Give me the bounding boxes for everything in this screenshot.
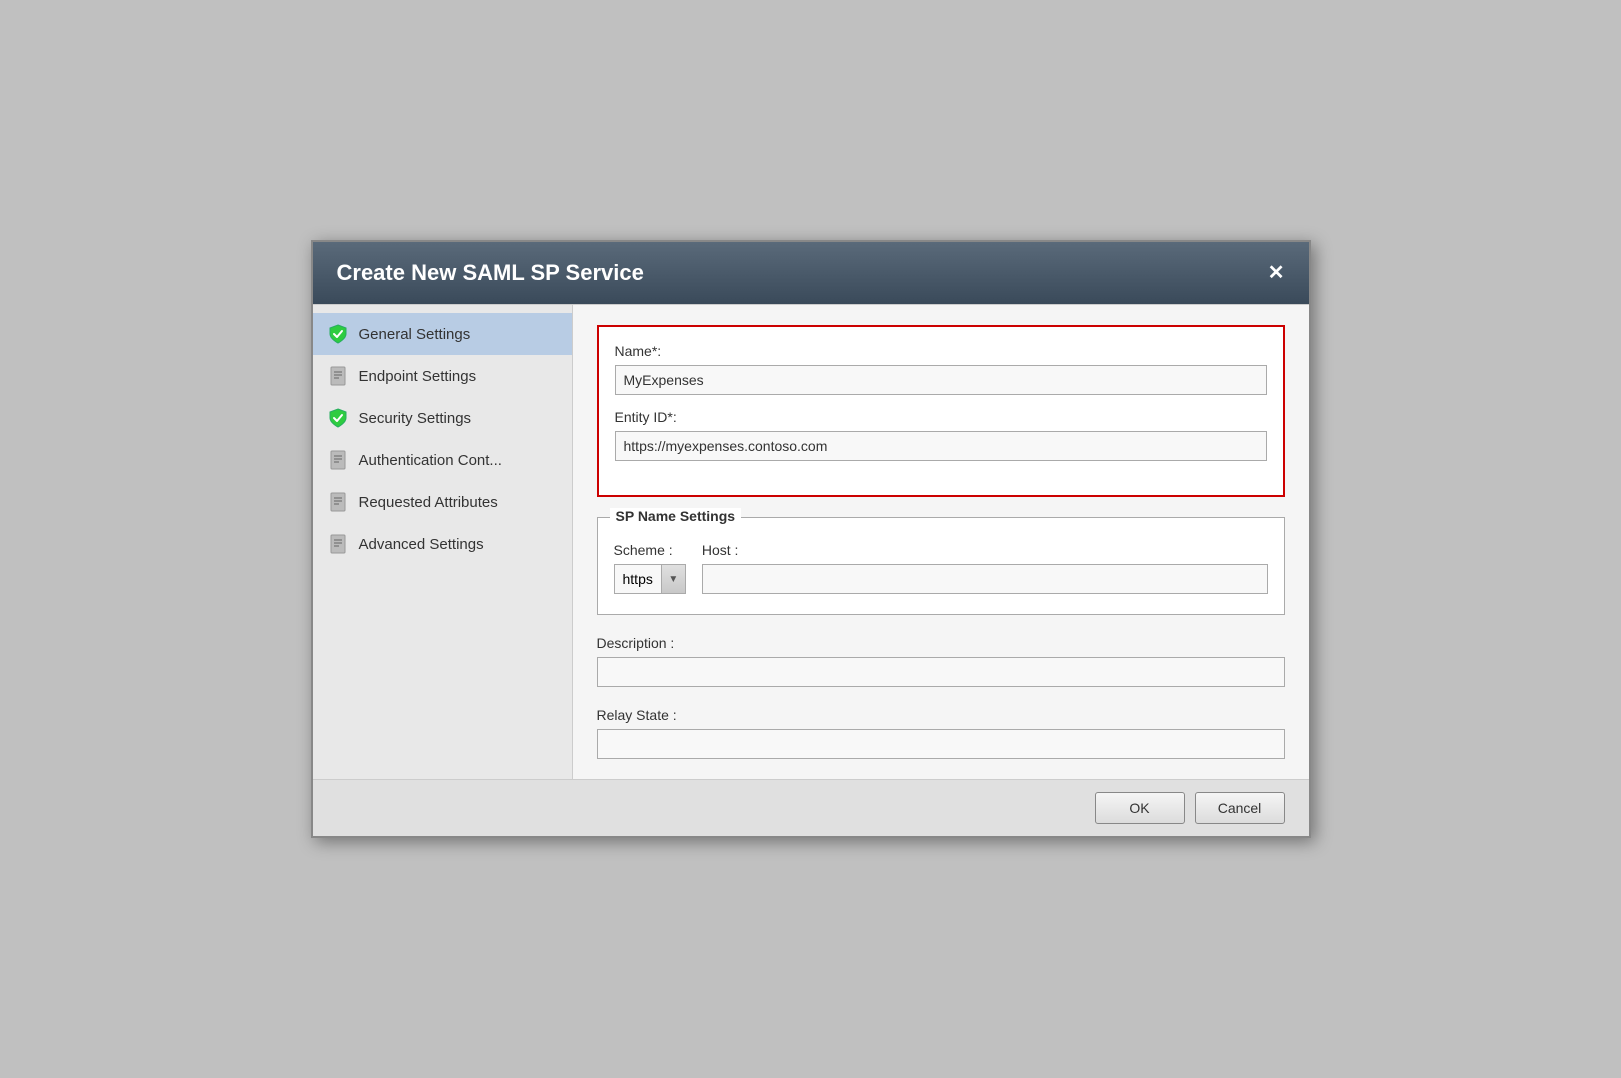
green-shield-icon	[328, 324, 348, 344]
name-input[interactable]	[615, 365, 1267, 395]
close-button[interactable]: ✕	[1268, 263, 1285, 283]
entity-id-input[interactable]	[615, 431, 1267, 461]
sidebar-item-endpoint-settings[interactable]: Endpoint Settings	[313, 355, 572, 397]
sidebar-item-authentication-cont[interactable]: Authentication Cont...	[313, 439, 572, 481]
dialog-body: General Settings Endpoint Settings	[313, 304, 1309, 779]
scheme-value: https	[615, 567, 661, 591]
relay-state-label: Relay State :	[597, 707, 1285, 723]
description-group: Description :	[597, 635, 1285, 687]
entity-id-label: Entity ID*:	[615, 409, 1267, 425]
requested-attr-icon	[327, 491, 349, 513]
sidebar-item-label-security-settings: Security Settings	[359, 410, 472, 427]
host-group: Host :	[702, 542, 1268, 594]
scheme-label: Scheme :	[614, 542, 686, 558]
required-fields-box: Name*: Entity ID*:	[597, 325, 1285, 497]
sidebar-item-security-settings[interactable]: Security Settings	[313, 397, 572, 439]
sidebar-item-label-advanced-settings: Advanced Settings	[359, 536, 484, 553]
scheme-host-row: Scheme : https ▼ Host :	[614, 542, 1268, 594]
endpoint-settings-icon	[327, 365, 349, 387]
green-shield-icon-2	[328, 408, 348, 428]
security-settings-icon	[327, 407, 349, 429]
sp-name-settings-box: SP Name Settings Scheme : https ▼ Host	[597, 517, 1285, 615]
gray-page-icon-1	[329, 366, 347, 386]
auth-cont-icon	[327, 449, 349, 471]
description-label: Description :	[597, 635, 1285, 651]
gray-page-icon-4	[329, 534, 347, 554]
sp-name-settings-legend: SP Name Settings	[610, 508, 742, 524]
host-label: Host :	[702, 542, 1268, 558]
gray-page-icon-2	[329, 450, 347, 470]
general-settings-icon	[327, 323, 349, 345]
chevron-down-icon: ▼	[668, 574, 678, 585]
host-input[interactable]	[702, 564, 1268, 594]
description-input[interactable]	[597, 657, 1285, 687]
gray-page-icon-3	[329, 492, 347, 512]
dialog-title: Create New SAML SP Service	[337, 260, 644, 286]
scheme-dropdown-button[interactable]: ▼	[661, 565, 685, 593]
entity-id-field-group: Entity ID*:	[615, 409, 1267, 461]
dialog-header: Create New SAML SP Service ✕	[313, 242, 1309, 304]
sidebar: General Settings Endpoint Settings	[313, 305, 573, 779]
relay-state-input[interactable]	[597, 729, 1285, 759]
name-field-group: Name*:	[615, 343, 1267, 395]
scheme-group: Scheme : https ▼	[614, 542, 686, 594]
cancel-button[interactable]: Cancel	[1195, 792, 1285, 824]
create-saml-sp-dialog: Create New SAML SP Service ✕ General Set…	[311, 240, 1311, 838]
name-label: Name*:	[615, 343, 1267, 359]
scheme-select[interactable]: https ▼	[614, 564, 686, 594]
sidebar-item-label-general-settings: General Settings	[359, 326, 471, 343]
ok-button[interactable]: OK	[1095, 792, 1185, 824]
sidebar-item-requested-attributes[interactable]: Requested Attributes	[313, 481, 572, 523]
sidebar-item-label-requested-attributes: Requested Attributes	[359, 494, 498, 511]
content-area: Name*: Entity ID*: SP Name Settings Sche…	[573, 305, 1309, 779]
advanced-settings-icon	[327, 533, 349, 555]
sidebar-item-label-auth-cont: Authentication Cont...	[359, 452, 502, 469]
sidebar-item-general-settings[interactable]: General Settings	[313, 313, 572, 355]
sidebar-item-label-endpoint-settings: Endpoint Settings	[359, 368, 477, 385]
relay-state-group: Relay State :	[597, 707, 1285, 759]
sidebar-item-advanced-settings[interactable]: Advanced Settings	[313, 523, 572, 565]
dialog-footer: OK Cancel	[313, 779, 1309, 836]
